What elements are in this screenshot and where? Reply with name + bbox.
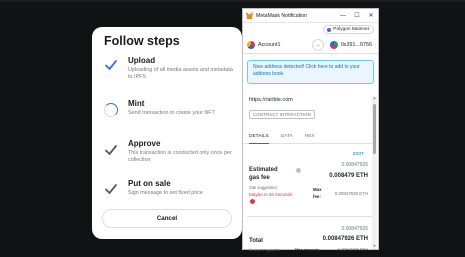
network-selector[interactable]: Polygon Mainnet bbox=[323, 25, 374, 34]
network-row: Polygon Mainnet bbox=[243, 23, 378, 35]
step-title: Mint bbox=[128, 99, 145, 108]
total-label: Total bbox=[249, 238, 263, 244]
info-icon[interactable] bbox=[296, 168, 301, 173]
tab-details[interactable]: DETAILS bbox=[249, 132, 269, 144]
to-account-address: 0x391...0756 bbox=[340, 41, 372, 48]
checkmark-icon bbox=[105, 184, 117, 194]
divider bbox=[247, 216, 373, 217]
site-suggested-label: Site suggested bbox=[249, 185, 277, 190]
gas-fee-small-value: 0.00847926 bbox=[341, 162, 368, 168]
step-description: This transaction is conducted only once … bbox=[128, 150, 232, 164]
tab-hex[interactable]: HEX bbox=[305, 132, 315, 143]
step-title: Approve bbox=[128, 139, 161, 148]
scroll-thumb[interactable] bbox=[373, 104, 376, 154]
step-description: Send transaction to create your NFT bbox=[128, 110, 215, 116]
from-account-name: Account1 bbox=[258, 41, 281, 48]
close-button[interactable]: ✕ bbox=[364, 12, 378, 19]
max-fee-value: 0.00847926 ETH bbox=[334, 191, 368, 196]
contract-interaction-tag: CONTRACT INTERACTION bbox=[249, 110, 316, 119]
total-small-value: 0.00847926 bbox=[341, 226, 368, 232]
to-account[interactable]: 0x391...0756 bbox=[329, 40, 372, 49]
step-title: Put on sale bbox=[128, 179, 171, 188]
maximize-button[interactable]: ☐ bbox=[350, 12, 364, 19]
gas-fee-value: 0.008479 ETH bbox=[329, 173, 368, 179]
network-dot-icon bbox=[327, 27, 332, 32]
minimize-button[interactable]: — bbox=[336, 13, 350, 19]
follow-steps-modal: Follow steps Upload Uploading of all med… bbox=[92, 27, 242, 239]
step-approve: Approve This transaction is conducted on… bbox=[104, 139, 232, 169]
step-upload: Upload Uploading of all media assets and… bbox=[104, 56, 233, 86]
site-origin: https://rarible.com bbox=[249, 97, 293, 103]
new-address-notice[interactable]: New address detected! Click here to add … bbox=[247, 60, 374, 84]
modal-title: Follow steps bbox=[104, 34, 180, 48]
account-row: Account1 → 0x391...0756 bbox=[243, 36, 378, 54]
estimated-gas-fee-label: Estimated gas fee bbox=[249, 167, 278, 181]
arrow-right-icon: → bbox=[311, 38, 324, 51]
step-description: Sign message to set fixed price bbox=[128, 190, 203, 196]
metamask-window: MetaMask Notification — ☐ ✕ Polygon Main… bbox=[242, 8, 379, 252]
max-fee-label: Max fee: bbox=[313, 187, 322, 199]
step-description: Uploading of all media assets and metada… bbox=[128, 67, 233, 81]
checkmark-icon bbox=[105, 145, 117, 155]
from-account[interactable]: Account1 bbox=[247, 40, 281, 49]
loading-spinner-icon bbox=[104, 103, 118, 117]
avatar bbox=[247, 40, 255, 49]
max-amount-value: 0.00847926 ETH bbox=[337, 247, 368, 252]
step-title: Upload bbox=[128, 56, 156, 65]
max-amount-label: Max amount: bbox=[295, 247, 320, 252]
window-title: MetaMask Notification bbox=[256, 12, 308, 19]
detail-tabs: DETAILS DATA HEX bbox=[243, 132, 373, 144]
background-strip bbox=[0, 0, 465, 2]
warning-icon bbox=[250, 199, 255, 204]
network-name: Polygon Mainnet bbox=[333, 27, 369, 32]
step-mint: Mint Send transaction to create your NFT bbox=[104, 99, 232, 129]
scrollbar[interactable]: ▲ ▼ bbox=[372, 96, 377, 249]
avatar bbox=[329, 40, 338, 49]
cancel-button[interactable]: Cancel bbox=[102, 209, 232, 228]
step-put-on-sale: Put on sale Sign message to set fixed pr… bbox=[104, 179, 232, 209]
scroll-up-icon[interactable]: ▲ bbox=[372, 96, 377, 101]
window-titlebar: MetaMask Notification — ☐ ✕ bbox=[243, 9, 378, 23]
scroll-down-icon[interactable]: ▼ bbox=[372, 244, 377, 249]
edit-button[interactable]: EDIT bbox=[353, 152, 364, 157]
metamask-fox-icon bbox=[246, 12, 253, 19]
tab-data[interactable]: DATA bbox=[281, 132, 293, 143]
checkmark-icon bbox=[105, 60, 117, 70]
total-value: 0.00847926 ETH bbox=[322, 236, 368, 242]
estimated-time: Maybe in 30 seconds bbox=[249, 192, 293, 197]
amount-plus-gas-label: Amount + gas fee bbox=[249, 247, 281, 252]
